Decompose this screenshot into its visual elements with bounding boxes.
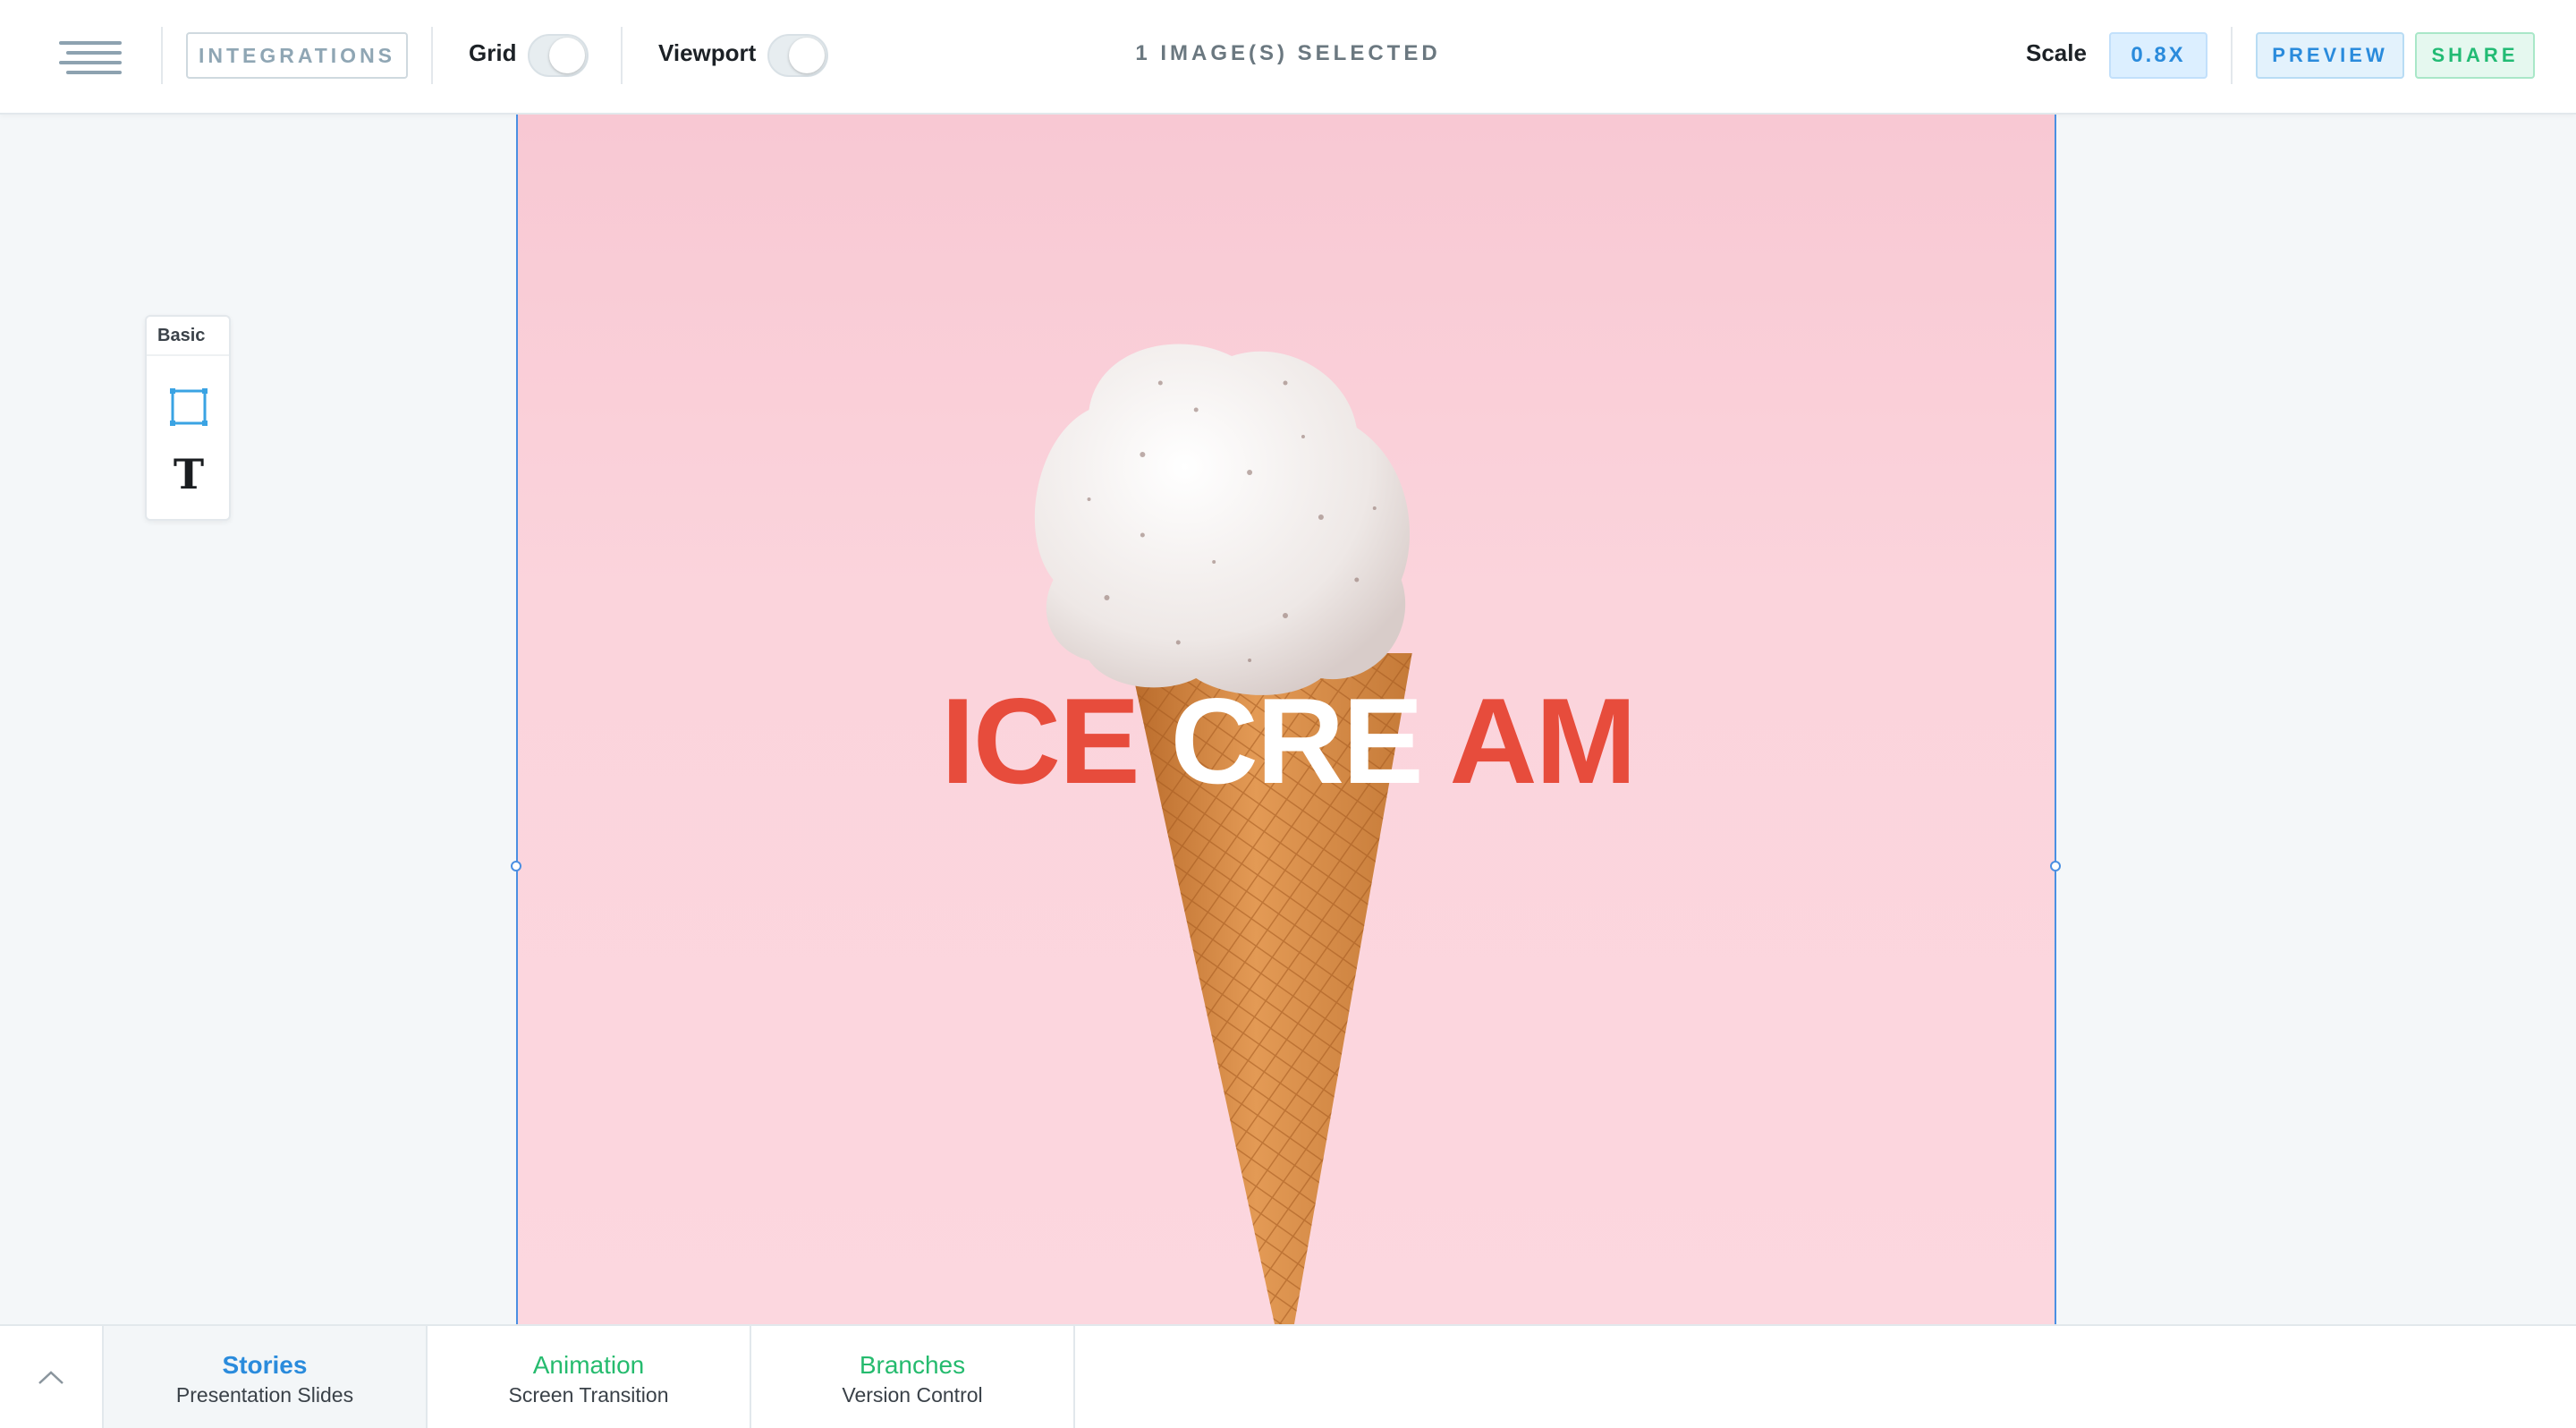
integrations-button[interactable]: INTEGRATIONS bbox=[186, 32, 408, 79]
tab-animation[interactable]: Animation Screen Transition bbox=[428, 1326, 751, 1428]
headline-text[interactable]: ICE CRE AM bbox=[518, 680, 2055, 802]
divider bbox=[431, 27, 433, 84]
palette-title: Basic bbox=[157, 326, 206, 345]
text-tool-icon[interactable]: T bbox=[166, 449, 211, 499]
divider bbox=[147, 354, 229, 356]
preview-button[interactable]: PREVIEW bbox=[2256, 32, 2404, 79]
scale-value-button[interactable]: 0.8X bbox=[2109, 32, 2207, 79]
headline-part-2: CRE bbox=[1170, 673, 1424, 809]
tab-title: Animation bbox=[532, 1351, 645, 1379]
toggle-knob bbox=[789, 38, 825, 73]
chevron-up-icon[interactable] bbox=[0, 1326, 104, 1428]
resize-handle-right[interactable] bbox=[2050, 861, 2061, 871]
selection-status: 1 IMAGE(S) SELECTED bbox=[1135, 41, 1441, 65]
headline-part-3: AM bbox=[1449, 673, 1637, 809]
grid-toggle[interactable] bbox=[528, 34, 589, 77]
share-button[interactable]: SHARE bbox=[2415, 32, 2535, 79]
scale-label: Scale bbox=[2026, 39, 2087, 66]
tab-title: Branches bbox=[859, 1351, 966, 1379]
tab-branches[interactable]: Branches Version Control bbox=[751, 1326, 1075, 1428]
divider bbox=[621, 27, 623, 84]
grid-label: Grid bbox=[469, 39, 517, 66]
tab-subtitle: Presentation Slides bbox=[175, 1383, 354, 1407]
design-canvas[interactable]: ICE CRE AM bbox=[516, 115, 2056, 1324]
top-toolbar: INTEGRATIONS Grid Viewport 1 IMAGE(S) SE… bbox=[0, 0, 2576, 115]
bottom-tab-bar: Stories Presentation Slides Animation Sc… bbox=[0, 1324, 2576, 1428]
viewport-label: Viewport bbox=[658, 39, 757, 66]
tab-subtitle: Version Control bbox=[842, 1383, 983, 1407]
divider bbox=[161, 27, 163, 84]
divider bbox=[2231, 27, 2233, 84]
toggle-knob bbox=[549, 38, 585, 73]
resize-handle-left[interactable] bbox=[511, 861, 521, 871]
menu-icon[interactable] bbox=[59, 41, 122, 75]
rectangle-tool-icon[interactable] bbox=[170, 388, 208, 426]
viewport-toggle[interactable] bbox=[767, 34, 828, 77]
tab-stories[interactable]: Stories Presentation Slides bbox=[104, 1326, 428, 1428]
headline-part-1: ICE bbox=[941, 673, 1140, 809]
tab-title: Stories bbox=[222, 1351, 308, 1379]
tab-subtitle: Screen Transition bbox=[508, 1383, 669, 1407]
tool-palette: Basic T bbox=[145, 315, 231, 521]
